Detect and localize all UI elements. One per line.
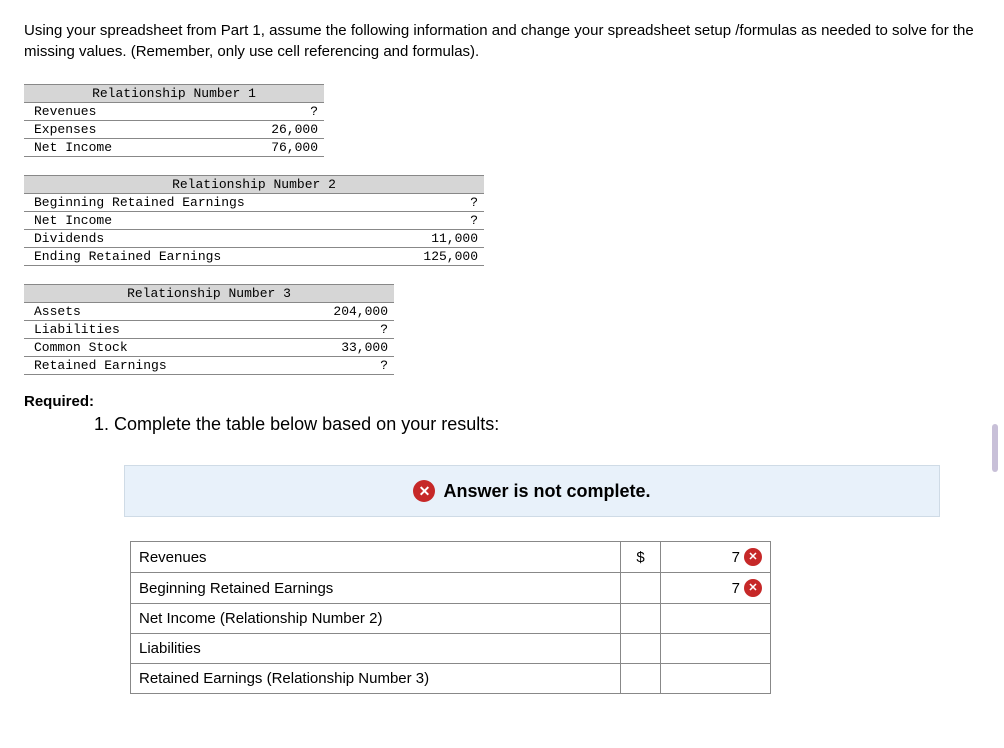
table-row: Beginning Retained Earnings 7 ✕: [131, 573, 771, 604]
rel3-row-label: Assets: [24, 303, 279, 321]
question-text: 1. Complete the table below based on you…: [94, 414, 980, 435]
answer-table: Revenues $ 7 ✕ Beginning Retained Earnin…: [130, 541, 771, 694]
rel1-row-label: Net Income: [24, 139, 209, 157]
answer-input-cell[interactable]: [661, 634, 771, 664]
answer-input-cell[interactable]: [661, 604, 771, 634]
answer-row-label: Net Income (Relationship Number 2): [131, 604, 621, 634]
instructions-text: Using your spreadsheet from Part 1, assu…: [24, 20, 980, 62]
rel3-row-value: 204,000: [279, 303, 394, 321]
rel3-row-label: Retained Earnings: [24, 357, 279, 375]
rel1-row-label: Expenses: [24, 121, 209, 139]
relationship-1-block: Relationship Number 1 Revenues? Expenses…: [24, 84, 980, 157]
rel2-row-value: 11,000: [380, 230, 485, 248]
status-text: Answer is not complete.: [443, 481, 650, 502]
table-row: Net Income (Relationship Number 2): [131, 604, 771, 634]
scrollbar-thumb[interactable]: [992, 424, 998, 472]
rel1-row-label: Revenues: [24, 103, 209, 121]
answer-row-label: Retained Earnings (Relationship Number 3…: [131, 664, 621, 694]
rel2-row-label: Ending Retained Earnings: [24, 248, 380, 266]
required-label: Required:: [24, 393, 980, 410]
rel2-row-label: Dividends: [24, 230, 380, 248]
rel3-row-value: ?: [279, 321, 394, 339]
relationship-3-title: Relationship Number 3: [24, 285, 394, 303]
rel3-row-value: ?: [279, 357, 394, 375]
answer-row-currency: [621, 604, 661, 634]
rel2-row-value: 125,000: [380, 248, 485, 266]
answer-value: 7: [732, 549, 740, 566]
wrong-icon: ✕: [744, 579, 762, 597]
answer-area: ✕ Answer is not complete. Revenues $ 7 ✕…: [124, 465, 940, 694]
rel1-row-value: 76,000: [209, 139, 324, 157]
rel3-row-label: Liabilities: [24, 321, 279, 339]
answer-row-currency: [621, 664, 661, 694]
relationship-2-title: Relationship Number 2: [24, 176, 484, 194]
wrong-icon: ✕: [744, 548, 762, 566]
table-row: Retained Earnings (Relationship Number 3…: [131, 664, 771, 694]
relationship-3-block: Relationship Number 3 Assets204,000 Liab…: [24, 284, 980, 375]
relationship-2-block: Relationship Number 2 Beginning Retained…: [24, 175, 980, 266]
error-icon: ✕: [413, 480, 435, 502]
answer-row-currency: [621, 573, 661, 604]
answer-row-currency: $: [621, 542, 661, 573]
answer-input-cell[interactable]: 7 ✕: [661, 573, 771, 604]
status-banner: ✕ Answer is not complete.: [124, 465, 940, 517]
rel3-row-value: 33,000: [279, 339, 394, 357]
rel2-row-label: Net Income: [24, 212, 380, 230]
rel2-row-value: ?: [380, 194, 485, 212]
rel3-row-label: Common Stock: [24, 339, 279, 357]
table-row: Revenues $ 7 ✕: [131, 542, 771, 573]
rel2-row-value: ?: [380, 212, 485, 230]
answer-input-cell[interactable]: 7 ✕: [661, 542, 771, 573]
answer-row-label: Liabilities: [131, 634, 621, 664]
table-row: Liabilities: [131, 634, 771, 664]
answer-row-label: Revenues: [131, 542, 621, 573]
rel1-row-value: 26,000: [209, 121, 324, 139]
answer-row-currency: [621, 634, 661, 664]
answer-input-cell[interactable]: [661, 664, 771, 694]
answer-value: 7: [732, 580, 740, 597]
rel2-row-label: Beginning Retained Earnings: [24, 194, 380, 212]
answer-row-label: Beginning Retained Earnings: [131, 573, 621, 604]
rel1-row-value: ?: [209, 103, 324, 121]
relationship-1-title: Relationship Number 1: [24, 85, 324, 103]
